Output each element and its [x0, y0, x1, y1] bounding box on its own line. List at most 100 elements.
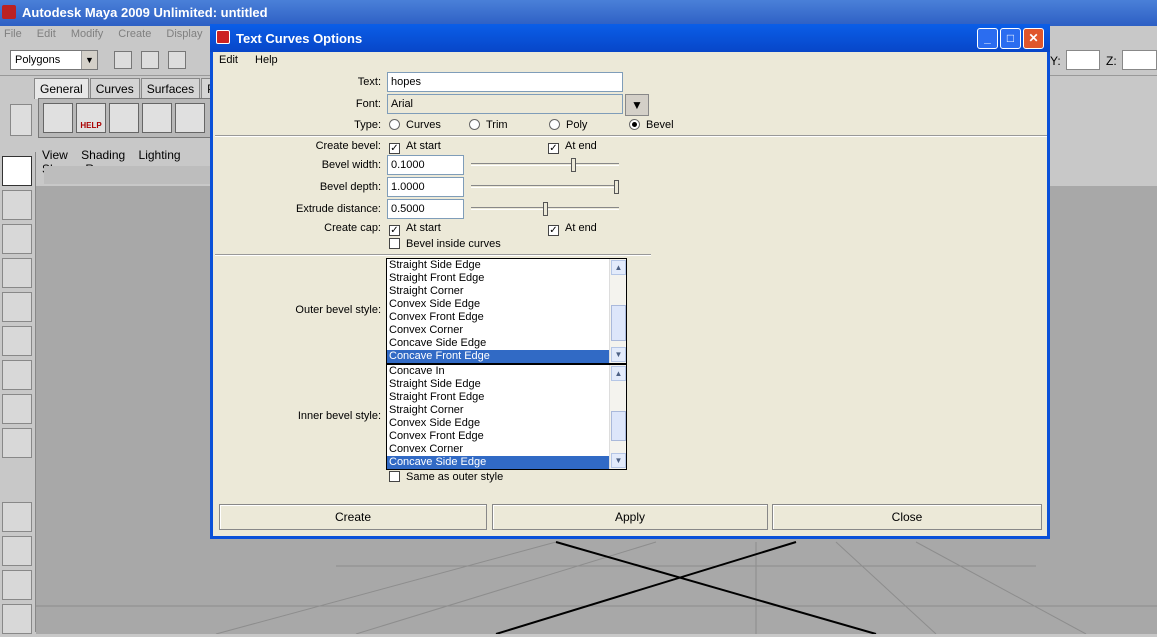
shelf-tab-general[interactable]: General — [34, 78, 89, 99]
font-dropdown-icon[interactable]: ▼ — [625, 94, 649, 116]
type-radio-poly[interactable]: Poly — [549, 119, 587, 131]
list-item[interactable]: Straight Front Edge — [387, 391, 626, 404]
lasso-tool-icon[interactable] — [2, 190, 32, 220]
scroll-down-icon[interactable]: ▼ — [611, 347, 626, 362]
list-item[interactable]: Straight Corner — [387, 404, 626, 417]
paint-select-tool-icon[interactable] — [2, 224, 32, 254]
list-item[interactable]: Convex Side Edge — [387, 298, 626, 311]
mode-select[interactable]: Polygons ▼ — [10, 50, 98, 70]
list-item[interactable]: Straight Side Edge — [387, 378, 626, 391]
check-icon: ✓ — [389, 225, 400, 236]
list-item[interactable]: Concave Side Edge — [387, 337, 626, 350]
scrollbar[interactable]: ▲ ▼ — [609, 259, 626, 363]
rotate-tool-icon[interactable] — [2, 292, 32, 322]
camera-reel-icon[interactable] — [43, 103, 73, 133]
four-pane-layout-icon[interactable] — [2, 536, 32, 566]
bevel-at-start-checkbox[interactable]: ✓ At start — [389, 140, 441, 154]
same-as-outer-checkbox[interactable]: Same as outer style — [389, 471, 503, 483]
soft-modification-icon[interactable] — [2, 394, 32, 424]
bevel-width-input[interactable]: 0.1000 — [387, 155, 464, 175]
dialog-menu-help[interactable]: Help — [255, 54, 278, 66]
scale-tool-icon[interactable] — [2, 326, 32, 356]
close-window-button[interactable]: ✕ — [1023, 28, 1044, 49]
scroll-up-icon[interactable]: ▲ — [611, 260, 626, 275]
list-item[interactable]: Convex Front Edge — [387, 311, 626, 324]
list-item[interactable]: Concave Front Edge — [387, 350, 626, 363]
font-field[interactable]: Arial — [387, 94, 623, 114]
persp-graph-layout-icon[interactable] — [2, 604, 32, 634]
menu-display[interactable]: Display — [166, 28, 202, 40]
dialog-menubar: Edit Help — [213, 52, 1047, 70]
menu-create[interactable]: Create — [118, 28, 151, 40]
slider-thumb[interactable] — [614, 180, 619, 194]
shelf-tab-surfaces[interactable]: Surfaces — [140, 78, 201, 99]
divider — [215, 254, 651, 256]
viewport-menu-shading[interactable]: Shading — [81, 148, 125, 162]
text-input[interactable]: hopes — [387, 72, 623, 92]
help-icon[interactable]: HELP — [76, 103, 106, 133]
open-scene-icon[interactable] — [141, 51, 159, 69]
scroll-up-icon[interactable]: ▲ — [611, 366, 626, 381]
viewport-menu-view[interactable]: View — [42, 148, 68, 162]
close-button[interactable]: Close — [772, 504, 1042, 530]
minimize-button[interactable]: _ — [977, 28, 998, 49]
shelf-menu-icon[interactable] — [10, 104, 32, 136]
slider-thumb[interactable] — [571, 158, 576, 172]
move-tool-icon[interactable] — [2, 258, 32, 288]
type-radio-bevel[interactable]: Bevel — [629, 119, 674, 131]
outliner-layout-icon[interactable] — [2, 570, 32, 600]
bevel-depth-slider[interactable] — [471, 180, 619, 194]
list-item[interactable]: Convex Side Edge — [387, 417, 626, 430]
select-tool-icon[interactable] — [2, 156, 32, 186]
scroll-down-icon[interactable]: ▼ — [611, 453, 626, 468]
menu-file[interactable]: File — [4, 28, 22, 40]
shelf-tab-curves[interactable]: Curves — [89, 78, 140, 99]
list-item[interactable]: Straight Corner — [387, 285, 626, 298]
menu-edit[interactable]: Edit — [37, 28, 56, 40]
inner-bevel-style-list[interactable]: Concave In Straight Side Edge Straight Fro… — [386, 364, 627, 470]
bevel-inside-curves-checkbox[interactable]: Bevel inside curves — [389, 238, 501, 250]
viewport-menu-lighting[interactable]: Lighting — [139, 148, 181, 162]
show-manipulator-icon[interactable] — [2, 428, 32, 458]
maximize-button[interactable]: □ — [1000, 28, 1021, 49]
extrude-distance-slider[interactable] — [471, 202, 619, 216]
dialog-title-bar[interactable]: Text Curves Options _ □ ✕ — [210, 24, 1050, 52]
camera-aim-up-icon[interactable] — [175, 103, 205, 133]
list-item[interactable]: Convex Front Edge — [387, 430, 626, 443]
camera-aim-icon[interactable] — [142, 103, 172, 133]
apply-button[interactable]: Apply — [492, 504, 768, 530]
list-item[interactable]: Straight Front Edge — [387, 272, 626, 285]
scroll-thumb[interactable] — [611, 411, 626, 441]
list-item[interactable]: Straight Side Edge — [387, 259, 626, 272]
bevel-width-slider[interactable] — [471, 158, 619, 172]
universal-manipulator-icon[interactable] — [2, 360, 32, 390]
type-radio-trim[interactable]: Trim — [469, 119, 508, 131]
save-scene-icon[interactable] — [168, 51, 186, 69]
cap-at-start-checkbox[interactable]: ✓ At start — [389, 222, 441, 236]
camera-icon[interactable] — [109, 103, 139, 133]
extrude-distance-input[interactable]: 0.5000 — [387, 199, 464, 219]
type-radio-curves[interactable]: Curves — [389, 119, 441, 131]
coord-z-field[interactable] — [1122, 50, 1157, 70]
scrollbar[interactable]: ▲ ▼ — [609, 365, 626, 469]
slider-thumb[interactable] — [543, 202, 548, 216]
list-item[interactable]: Convex Corner — [387, 324, 626, 337]
list-item[interactable]: Concave In — [387, 365, 626, 378]
single-pane-layout-icon[interactable] — [2, 502, 32, 532]
menu-modify[interactable]: Modify — [71, 28, 103, 40]
list-item[interactable]: Convex Corner — [387, 443, 626, 456]
new-scene-icon[interactable] — [114, 51, 132, 69]
dialog-title: Text Curves Options — [236, 31, 363, 46]
dialog-menu-edit[interactable]: Edit — [219, 54, 238, 66]
create-button[interactable]: Create — [219, 504, 487, 530]
bevel-at-start-label: At start — [406, 140, 441, 152]
bevel-depth-input[interactable]: 1.0000 — [387, 177, 464, 197]
app-title: Autodesk Maya 2009 Unlimited: untitled — [22, 5, 268, 20]
outer-bevel-style-list[interactable]: Straight Side Edge Straight Front Edge Str… — [386, 258, 627, 364]
coord-y-field[interactable] — [1066, 50, 1100, 70]
scroll-thumb[interactable] — [611, 305, 626, 341]
list-item[interactable]: Concave Side Edge — [387, 456, 626, 469]
check-icon: ✓ — [389, 143, 400, 154]
bevel-at-end-checkbox[interactable]: ✓ At end — [548, 140, 597, 154]
cap-at-end-checkbox[interactable]: ✓ At end — [548, 222, 597, 236]
